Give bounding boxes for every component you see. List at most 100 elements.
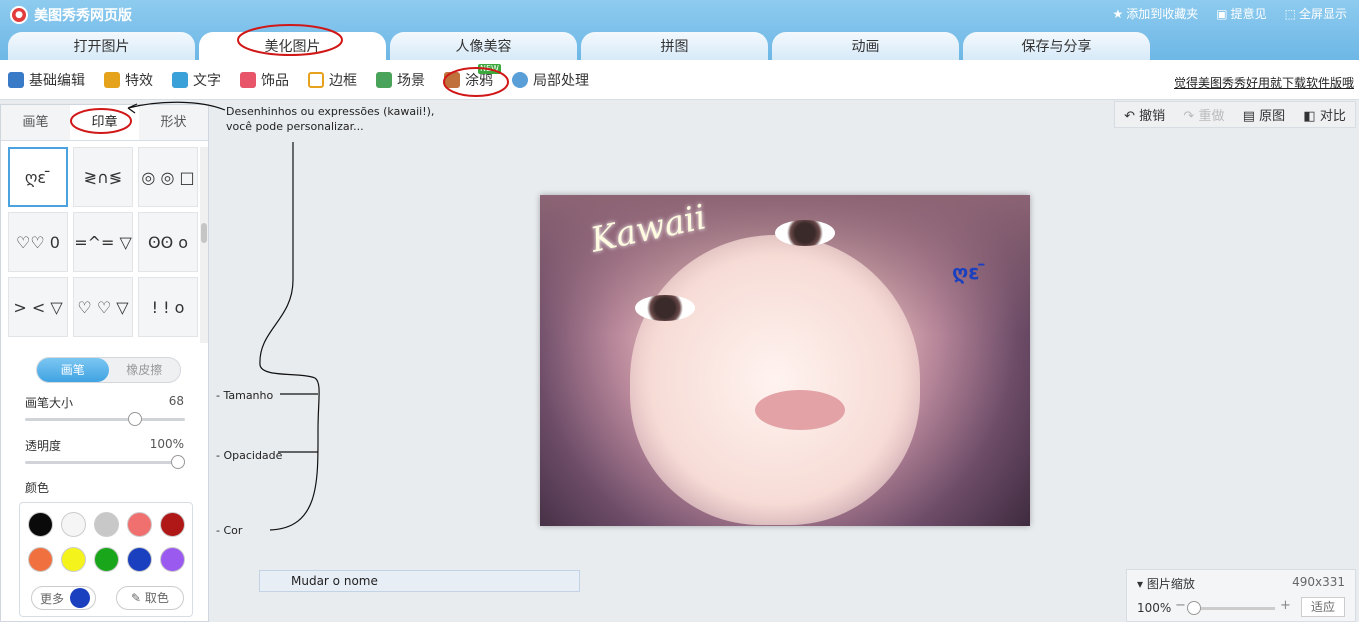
brush-size-slider[interactable] — [25, 412, 185, 426]
current-color — [70, 588, 91, 608]
tool-local-process[interactable]: 局部处理 — [512, 70, 589, 90]
redo-button[interactable]: ↷ 重做 — [1183, 105, 1224, 124]
color-swatch[interactable] — [28, 547, 53, 572]
compare-button[interactable]: ◧ 对比 — [1303, 105, 1345, 124]
new-badge: NEW — [478, 63, 501, 74]
stamp-item[interactable]: ღε ̄ — [8, 147, 68, 207]
comment-icon: ▣ — [1216, 7, 1228, 21]
redo-icon: ↷ — [1183, 109, 1199, 124]
eraser-mode-button[interactable]: 橡皮擦 — [109, 358, 181, 382]
zoom-out-icon[interactable]: − — [1175, 598, 1186, 613]
pick-label: 取色 — [144, 591, 169, 605]
scrollbar-thumb[interactable] — [201, 223, 207, 243]
tool-label: 特效 — [125, 72, 153, 89]
stamp-item[interactable]: ! ! o — [138, 277, 198, 337]
text-icon — [172, 71, 188, 88]
color-picker-button[interactable]: ✎ 取色 — [116, 586, 184, 610]
tab-collage[interactable]: 拼图 — [581, 32, 768, 60]
undo-label: 撤销 — [1139, 109, 1166, 124]
panel-subtabs: 画笔 印章 形状 — [1, 105, 208, 141]
favorite-label: 添加到收藏夹 — [1126, 7, 1199, 21]
undo-button[interactable]: ↶ 撤销 — [1124, 105, 1165, 124]
tab-animation[interactable]: 动画 — [772, 32, 959, 60]
color-annotation: - Cor — [216, 524, 243, 537]
favorite-link[interactable]: ★ 添加到收藏夹 — [1113, 5, 1199, 22]
compare-label: 对比 — [1319, 109, 1346, 124]
tool-doodle[interactable]: 涂鸦 NEW — [444, 63, 501, 90]
color-swatch[interactable] — [127, 547, 152, 572]
collapse-icon[interactable]: ▾ — [1137, 577, 1147, 591]
tool-label: 基础编辑 — [29, 72, 85, 89]
tab-save-share[interactable]: 保存与分享 — [963, 32, 1150, 60]
original-button[interactable]: ▤ 原图 — [1243, 105, 1285, 124]
zoom-slider[interactable] — [1187, 601, 1275, 615]
tool-basic-edit[interactable]: 基础编辑 — [8, 70, 85, 90]
color-swatch[interactable] — [160, 512, 185, 537]
tool-accessories[interactable]: 饰品 — [240, 70, 289, 90]
stamp-item[interactable]: ♡♡ 0 — [8, 212, 68, 272]
brace-line — [259, 142, 320, 531]
subtab-stamp[interactable]: 印章 — [70, 105, 139, 140]
undo-icon: ↶ — [1124, 109, 1140, 124]
stamp-item[interactable]: ʘʘ o — [138, 212, 198, 272]
tool-effects[interactable]: 特效 — [104, 70, 153, 90]
opacity-annotation: - Opacidade — [216, 449, 283, 462]
zoom-fit-button[interactable]: 适应 — [1301, 597, 1345, 617]
more-colors-button[interactable]: 更多 — [31, 586, 96, 610]
original-icon: ▤ — [1242, 109, 1260, 124]
edit-icon — [8, 71, 24, 88]
doodle-panel: 画笔 印章 形状 ღε ̄ ≷∩≶ ◎ ◎ □ ♡♡ 0 =^= ▽ ʘʘ o … — [0, 104, 209, 622]
color-swatch[interactable] — [94, 512, 119, 537]
color-swatch[interactable] — [61, 547, 86, 572]
rename-bar[interactable]: Mudar o nome — [259, 570, 580, 592]
photo-lips — [755, 390, 845, 430]
tab-portrait[interactable]: 人像美容 — [390, 32, 577, 60]
zoom-knob[interactable] — [1187, 601, 1201, 615]
tool-scene[interactable]: 场景 — [376, 70, 425, 90]
color-swatch[interactable] — [61, 512, 86, 537]
tab-open-image[interactable]: 打开图片 — [8, 32, 195, 60]
app-title-text: 美图秀秀网页版 — [34, 8, 132, 24]
stamp-item[interactable]: ♡ ♡ ▽ — [73, 277, 133, 337]
app-title: ● 美图秀秀网页版 — [10, 5, 132, 25]
subtab-brush[interactable]: 画笔 — [1, 105, 70, 140]
color-swatch[interactable] — [160, 547, 185, 572]
download-software-link[interactable]: 觉得美图秀秀好用就下载软件版哦 — [1174, 74, 1354, 91]
tab-beautify[interactable]: 美化图片 — [199, 32, 386, 60]
zoom-title: ▾ 图片缩放 — [1137, 575, 1195, 592]
tool-frame[interactable]: 边框 — [308, 70, 357, 90]
tool-label: 局部处理 — [533, 72, 589, 89]
tool-label: 场景 — [397, 72, 425, 89]
tool-label: 文字 — [193, 72, 221, 89]
fullscreen-icon: ⬚ — [1284, 7, 1296, 21]
stamp-item[interactable]: ◎ ◎ □ — [138, 147, 198, 207]
opacity-value: 100% — [149, 437, 184, 451]
stamp-item[interactable]: > < ▽ — [8, 277, 68, 337]
photo-face-region — [630, 235, 920, 525]
color-swatch[interactable] — [127, 512, 152, 537]
dropper-icon — [512, 71, 528, 88]
stamp-scrollbar[interactable] — [200, 147, 208, 343]
brush-mode-button[interactable]: 画笔 — [37, 358, 109, 382]
feedback-link[interactable]: ▣ 提意见 — [1216, 5, 1266, 22]
zoom-title-label: 图片缩放 — [1146, 577, 1195, 591]
tool-text[interactable]: 文字 — [172, 70, 221, 90]
zoom-in-icon[interactable]: + — [1280, 598, 1291, 613]
color-swatch[interactable] — [94, 547, 119, 572]
color-swatch[interactable] — [28, 512, 53, 537]
stamp-item[interactable]: ≷∩≶ — [73, 147, 133, 207]
top-links: ★ 添加到收藏夹 ▣ 提意见 ⬚ 全屏显示 — [1113, 5, 1348, 22]
brush-icon — [444, 71, 460, 88]
opacity-knob[interactable] — [171, 455, 185, 469]
opacity-slider[interactable] — [25, 455, 185, 469]
size-annotation: - Tamanho — [216, 389, 274, 402]
redo-label: 重做 — [1198, 109, 1225, 124]
subtab-shape[interactable]: 形状 — [139, 105, 208, 140]
history-bar: ↶ 撤销 ↷ 重做 ▤ 原图 ◧ 对比 — [1114, 101, 1356, 128]
fullscreen-link[interactable]: ⬚ 全屏显示 — [1285, 5, 1347, 22]
feature-toolbar: 基础编辑 特效 文字 饰品 边框 场景 涂鸦 NEW 局部处理 — [0, 60, 1359, 100]
brush-size-knob[interactable] — [127, 412, 142, 426]
photo-canvas[interactable]: Kawaii ღε ̄ — [540, 195, 1030, 526]
stamp-grid: ღε ̄ ≷∩≶ ◎ ◎ □ ♡♡ 0 =^= ▽ ʘʘ o > < ▽ ♡ ♡… — [8, 147, 198, 337]
stamp-item[interactable]: =^= ▽ — [73, 212, 133, 272]
